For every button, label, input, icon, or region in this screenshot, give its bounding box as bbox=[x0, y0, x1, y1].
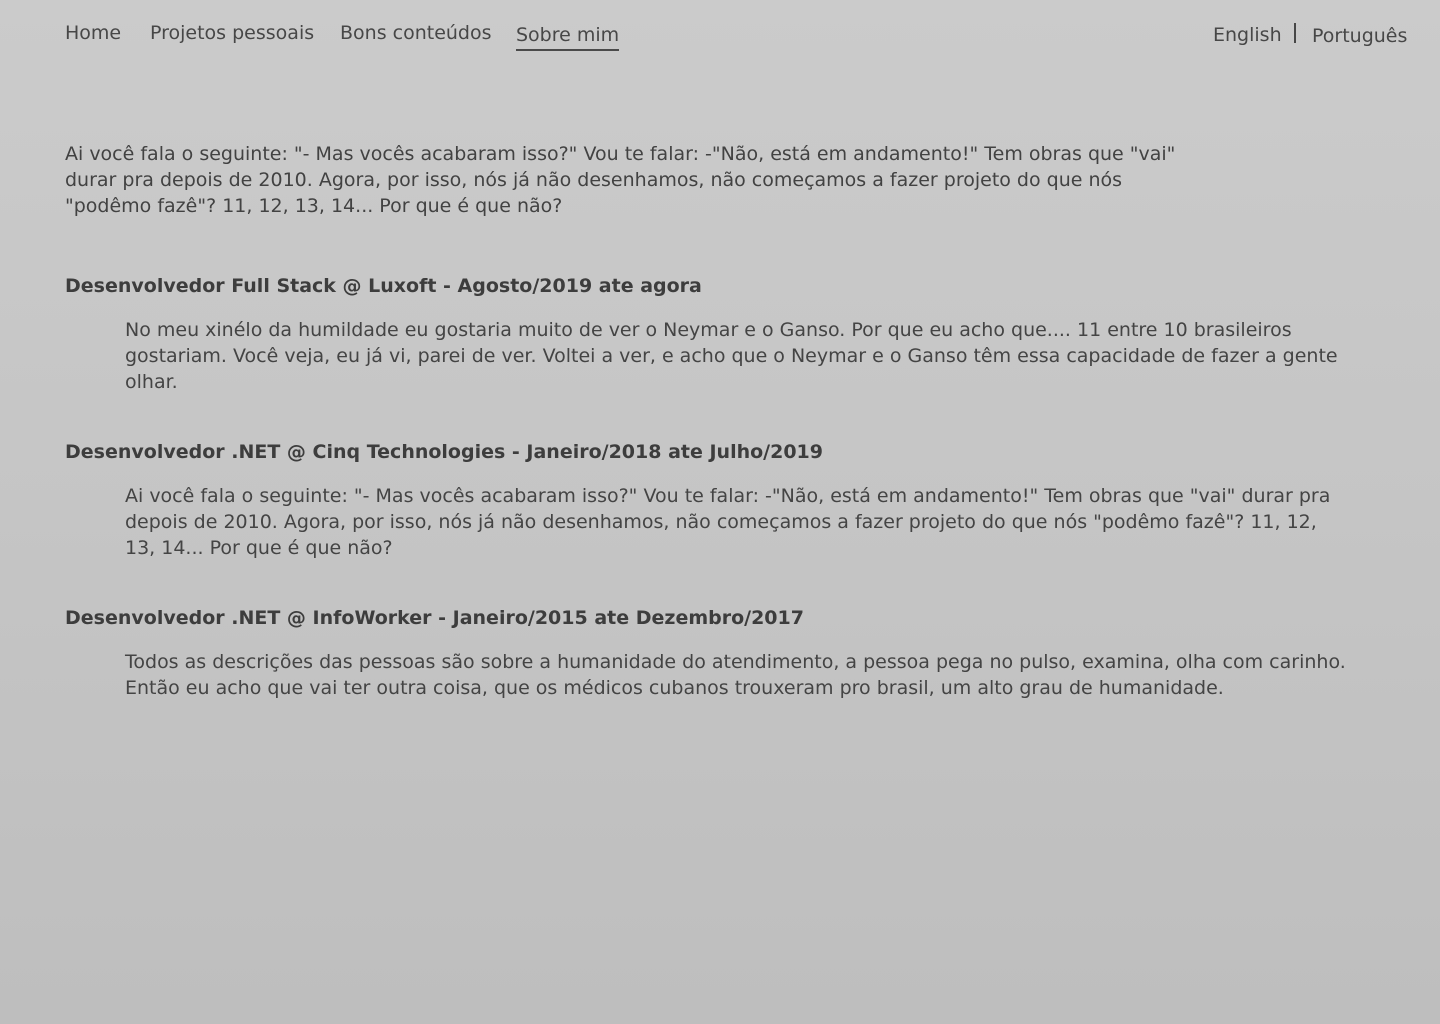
language-separator bbox=[1294, 23, 1296, 43]
job-description: Todos as descrições das pessoas são sobr… bbox=[125, 651, 1346, 699]
nav-link-personal-projects[interactable]: Projetos pessoais bbox=[150, 20, 314, 46]
language-portuguese-link[interactable]: Português bbox=[1312, 23, 1407, 49]
job-title: Desenvolvedor Full Stack @ Luxoft - Agos… bbox=[65, 275, 702, 297]
intro-paragraph: Ai você fala o seguinte: "- Mas vocês ac… bbox=[65, 143, 1176, 217]
job-description: No meu xinélo da humildade eu gostaria m… bbox=[125, 319, 1338, 393]
top-nav: Home Projetos pessoais Bons conteúdos So… bbox=[65, 20, 1407, 54]
nav-link-good-content[interactable]: Bons conteúdos bbox=[340, 20, 492, 46]
job-title: Desenvolvedor .NET @ InfoWorker - Janeir… bbox=[65, 607, 804, 629]
nav-link-home[interactable]: Home bbox=[65, 20, 121, 46]
language-english-link[interactable]: English bbox=[1213, 22, 1282, 48]
job-title: Desenvolvedor .NET @ Cinq Technologies -… bbox=[65, 441, 823, 463]
nav-link-about-me[interactable]: Sobre mim bbox=[516, 22, 620, 51]
job-description: Ai você fala o seguinte: "- Mas vocês ac… bbox=[125, 485, 1331, 559]
